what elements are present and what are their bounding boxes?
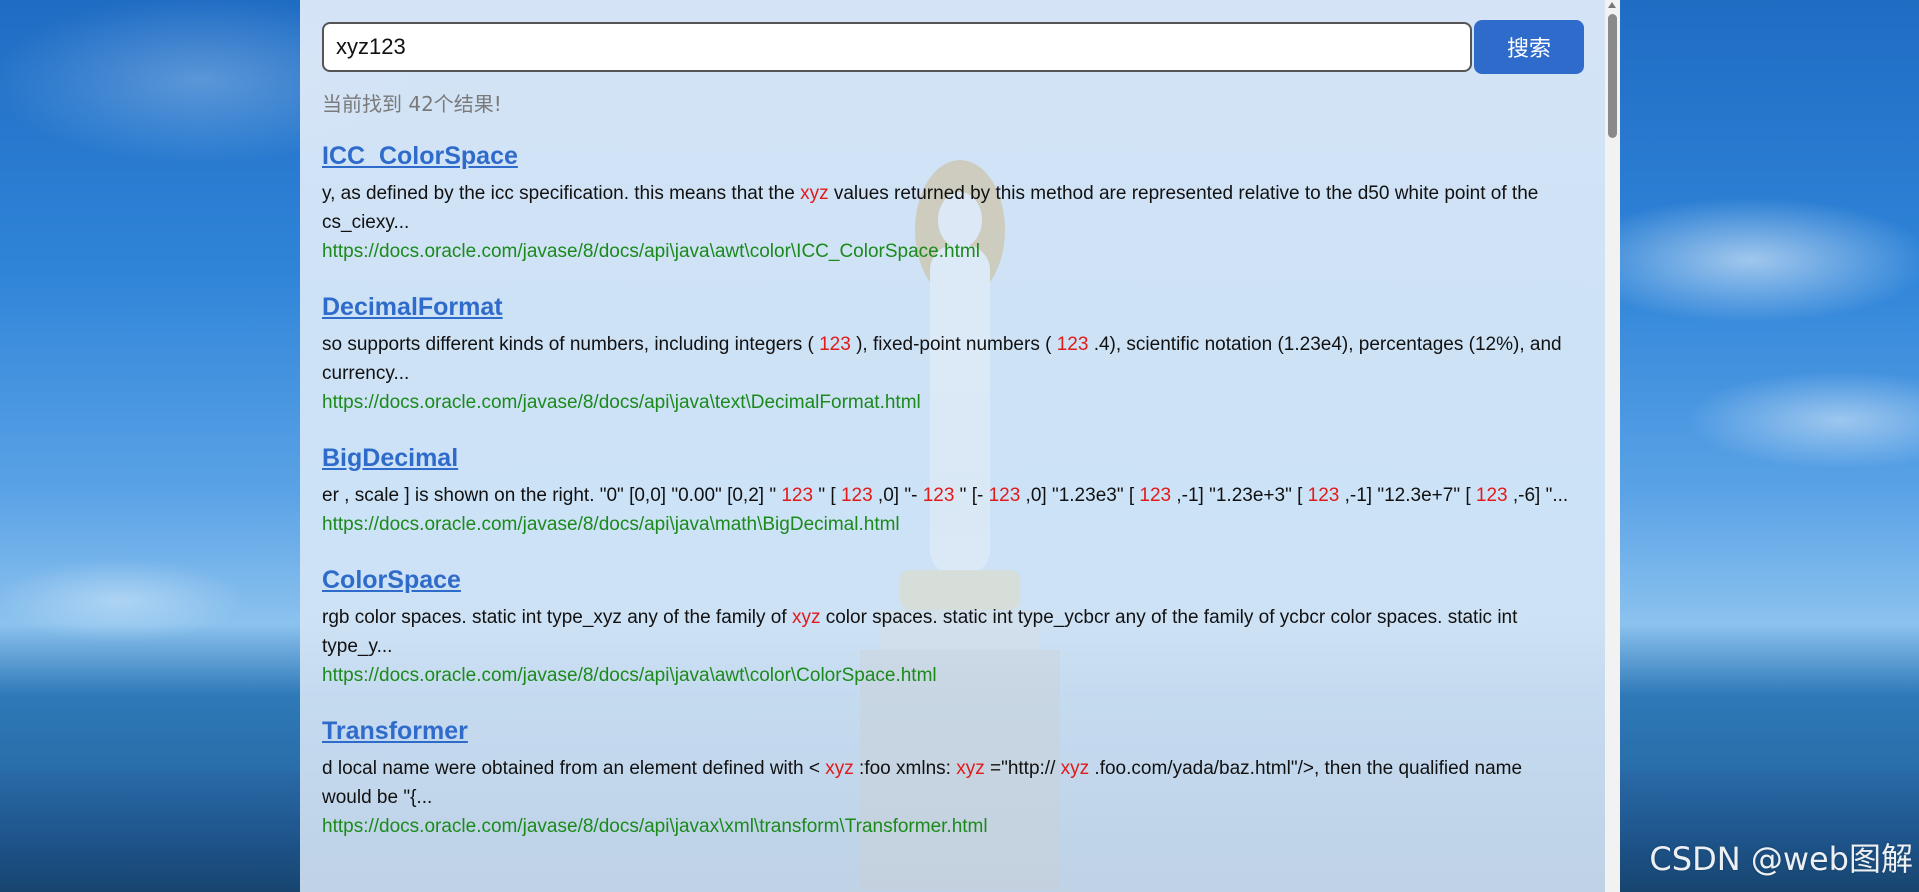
result-url: https://docs.oracle.com/javase/8/docs/ap…	[322, 514, 900, 535]
keyword-highlight: 123	[1139, 485, 1172, 506]
snippet-text: er , scale ] is shown on the right. "0" …	[322, 485, 782, 506]
result-snippet: so supports different kinds of numbers, …	[322, 330, 1572, 388]
snippet-text: y, as defined by the icc specification. …	[322, 183, 801, 204]
keyword-highlight: 123	[781, 485, 814, 506]
search-button[interactable]: 搜索	[1474, 20, 1584, 74]
snippet-text: so supports different kinds of numbers, …	[322, 334, 820, 355]
snippet-text: :foo xmlns:	[853, 758, 957, 779]
keyword-highlight: xyz	[1060, 758, 1090, 779]
result-snippet: rgb color spaces. static int type_xyz an…	[322, 603, 1572, 661]
scroll-thumb[interactable]	[1608, 14, 1617, 138]
result-item: DecimalFormat so supports different kinds…	[322, 293, 1572, 417]
search-bar: 搜索	[322, 20, 1584, 74]
results-list: ICC_ColorSpace y, as defined by the icc s…	[322, 142, 1572, 868]
keyword-highlight: 123	[819, 334, 851, 355]
keyword-highlight: 123	[840, 485, 873, 506]
result-title-link[interactable]: Transformer	[322, 717, 468, 746]
result-title-link[interactable]: ColorSpace	[322, 566, 461, 595]
keyword-highlight: 123	[1056, 334, 1089, 355]
search-panel: 搜索 当前找到 42个结果! ICC_ColorSpace y, as defin…	[300, 0, 1620, 892]
result-item: ICC_ColorSpace y, as defined by the icc s…	[322, 142, 1572, 266]
snippet-text: ), fixed-point numbers (	[850, 334, 1057, 355]
scroll-up-arrow-icon[interactable]	[1608, 2, 1616, 8]
snippet-text: ,0] "-	[872, 485, 923, 506]
result-title-link[interactable]: DecimalFormat	[322, 293, 503, 322]
result-snippet: er , scale ] is shown on the right. "0" …	[322, 481, 1572, 510]
snippet-text: ,-1] "1.23e+3" [	[1171, 485, 1308, 506]
result-item: ColorSpace rgb color spaces. static int t…	[322, 566, 1572, 690]
result-url: https://docs.oracle.com/javase/8/docs/ap…	[322, 241, 980, 262]
search-input[interactable]	[322, 22, 1472, 72]
keyword-highlight: 123	[922, 485, 955, 506]
page-scrollbar[interactable]	[1605, 0, 1620, 892]
result-url: https://docs.oracle.com/javase/8/docs/ap…	[322, 392, 921, 413]
result-snippet: y, as defined by the icc specification. …	[322, 179, 1572, 237]
snippet-text: " [	[813, 485, 841, 506]
snippet-text: rgb color spaces. static int type_xyz an…	[322, 607, 792, 628]
snippet-text: ,0] "1.23e3" [	[1020, 485, 1140, 506]
keyword-highlight: xyz	[825, 758, 854, 779]
result-url: https://docs.oracle.com/javase/8/docs/ap…	[322, 816, 988, 837]
keyword-highlight: xyz	[800, 183, 829, 204]
result-item: BigDecimal er , scale ] is shown on the r…	[322, 444, 1572, 539]
snippet-text: ,-1] "12.3e+7" [	[1339, 485, 1476, 506]
snippet-text: d local name were obtained from an eleme…	[322, 758, 826, 779]
keyword-highlight: 123	[988, 485, 1021, 506]
result-item: Transformer d local name were obtained fr…	[322, 717, 1572, 841]
result-url: https://docs.oracle.com/javase/8/docs/ap…	[322, 665, 937, 686]
keyword-highlight: 123	[1475, 485, 1508, 506]
snippet-text: " [-	[954, 485, 989, 506]
result-count: 当前找到 42个结果!	[322, 92, 502, 116]
keyword-highlight: 123	[1307, 485, 1340, 506]
snippet-text: ,-6] "...	[1507, 485, 1569, 506]
keyword-highlight: xyz	[791, 607, 821, 628]
result-title-link[interactable]: ICC_ColorSpace	[322, 142, 518, 171]
snippet-text: ="http://	[984, 758, 1061, 779]
result-snippet: d local name were obtained from an eleme…	[322, 754, 1572, 812]
result-title-link[interactable]: BigDecimal	[322, 444, 458, 473]
keyword-highlight: xyz	[956, 758, 985, 779]
watermark: CSDN @web图解	[1649, 840, 1913, 878]
